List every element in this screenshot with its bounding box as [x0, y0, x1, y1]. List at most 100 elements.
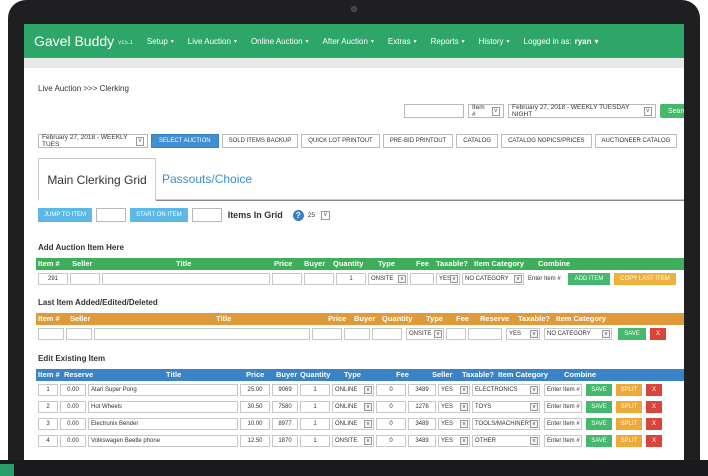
row-delete-button[interactable]: X — [646, 418, 662, 430]
nav-online-auction[interactable]: Online Auction ▾ — [251, 37, 309, 46]
nav-live-auction[interactable]: Live Auction ▾ — [188, 37, 237, 46]
row-price[interactable]: 10.00 — [240, 418, 270, 430]
row-delete-button[interactable]: X — [646, 401, 662, 413]
row-save-button[interactable]: SAVE — [586, 418, 612, 430]
row-type-select[interactable]: ONLINE v — [332, 401, 374, 413]
row-taxable-select[interactable]: YES v — [438, 418, 470, 430]
jump-item-input[interactable] — [96, 208, 127, 222]
row-quantity[interactable]: 1 — [300, 418, 330, 430]
search-button[interactable]: Search — [660, 104, 684, 118]
row-seller[interactable]: 3489 — [408, 435, 436, 447]
buyer-input[interactable] — [304, 273, 334, 285]
nav-history[interactable]: History ▾ — [479, 37, 510, 46]
row-item-number[interactable]: 1 — [38, 384, 58, 396]
row-combine-input[interactable]: Enter Item # — [544, 384, 582, 396]
row-quantity[interactable]: 1 — [300, 435, 330, 447]
tab-passouts-choice[interactable]: Passouts/Choice — [162, 158, 252, 200]
search-input[interactable] — [404, 104, 464, 118]
catalog-nopics-button[interactable]: CATALOG NOPICS/PRICES — [501, 134, 592, 148]
row-price[interactable]: 25.00 — [240, 384, 270, 396]
last-seller[interactable] — [66, 328, 92, 340]
row-title[interactable]: Volkswagen Beetle phone — [88, 435, 238, 447]
nav-setup[interactable]: Setup ▾ — [147, 37, 174, 46]
quick-lot-printout-button[interactable]: QUICK LOT PRINTOUT — [301, 134, 380, 148]
row-split-button[interactable]: SPLIT — [616, 435, 642, 447]
last-fee[interactable] — [446, 328, 466, 340]
row-seller[interactable]: 3489 — [408, 418, 436, 430]
search-date-select[interactable]: February 27, 2018 - WEEKLY TUESDAY NIGHT… — [508, 104, 656, 118]
price-input[interactable] — [272, 273, 302, 285]
help-icon[interactable]: ? — [292, 209, 304, 221]
nav-after-auction[interactable]: After Auction ▾ — [323, 37, 374, 46]
row-title[interactable]: Electrunix Bender — [88, 418, 238, 430]
nav-reports[interactable]: Reports ▾ — [431, 37, 465, 46]
brand-name[interactable]: Gavel Buddy — [34, 33, 114, 49]
row-split-button[interactable]: SPLIT — [616, 418, 642, 430]
quantity-input[interactable]: 1 — [336, 273, 366, 285]
last-save-button[interactable]: SAVE — [618, 328, 646, 340]
copy-last-item-button[interactable]: COPY LAST ITEM — [614, 273, 676, 285]
row-fee[interactable]: 0 — [376, 435, 406, 447]
last-buyer[interactable] — [344, 328, 370, 340]
item-number-input[interactable]: 291 — [38, 273, 68, 285]
start-on-item-button[interactable]: START ON ITEM — [130, 208, 188, 222]
row-save-button[interactable]: SAVE — [586, 435, 612, 447]
row-split-button[interactable]: SPLIT — [616, 384, 642, 396]
last-delete-button[interactable]: X — [650, 328, 666, 340]
nav-user-menu[interactable]: Logged in as: ryan ▾ — [524, 37, 599, 46]
combine-input[interactable]: Enter Item # — [526, 273, 566, 285]
start-item-input[interactable] — [191, 208, 222, 222]
row-fee[interactable]: 0 — [376, 401, 406, 413]
row-buyer[interactable]: 8977 — [272, 418, 298, 430]
last-reserve[interactable] — [468, 328, 502, 340]
row-combine-input[interactable]: Enter Item # — [544, 401, 582, 413]
row-fee[interactable]: 0 — [376, 384, 406, 396]
row-category-select[interactable]: ELECTRONICS v — [472, 384, 540, 396]
auctioneer-catalog-button[interactable]: AUCTIONEER CATALOG — [594, 134, 678, 148]
row-item-number[interactable]: 3 — [38, 418, 58, 430]
row-save-button[interactable]: SAVE — [586, 384, 612, 396]
row-buyer[interactable]: 9069 — [272, 384, 298, 396]
row-buyer[interactable]: 7580 — [272, 401, 298, 413]
row-reserve[interactable]: 0.00 — [60, 401, 86, 413]
row-seller[interactable]: 3489 — [408, 384, 436, 396]
row-type-select[interactable]: ONSITE v — [332, 435, 374, 447]
taxable-select[interactable]: YES v — [436, 273, 460, 285]
jump-to-item-button[interactable]: JUMP TO ITEM — [38, 208, 93, 222]
last-taxable-select[interactable]: YES v — [506, 328, 540, 340]
row-category-select[interactable]: TOOLS/MACHINERY v — [472, 418, 540, 430]
last-quantity[interactable] — [372, 328, 402, 340]
add-item-button[interactable]: ADD ITEM — [568, 273, 610, 285]
row-taxable-select[interactable]: YES v — [438, 435, 470, 447]
last-type-select[interactable]: ONSITE v — [406, 328, 444, 340]
row-buyer[interactable]: 1870 — [272, 435, 298, 447]
fee-input[interactable] — [410, 273, 434, 285]
row-save-button[interactable]: SAVE — [586, 401, 612, 413]
row-category-select[interactable]: TOYS v — [472, 401, 540, 413]
tab-main-clerking-grid[interactable]: Main Clerking Grid — [38, 158, 156, 201]
row-title[interactable]: Atari Super Pong — [88, 384, 238, 396]
row-fee[interactable]: 0 — [376, 418, 406, 430]
row-item-number[interactable]: 2 — [38, 401, 58, 413]
pre-bid-printout-button[interactable]: PRE-BID PRINTOUT — [382, 134, 454, 148]
row-taxable-select[interactable]: YES v — [438, 401, 470, 413]
row-quantity[interactable]: 1 — [300, 384, 330, 396]
row-price[interactable]: 12.50 — [240, 435, 270, 447]
auction-select[interactable]: February 27, 2018 - WEEKLY TUES v — [38, 134, 148, 148]
seller-input[interactable] — [70, 273, 100, 285]
row-reserve[interactable]: 0.00 — [60, 384, 86, 396]
catalog-button[interactable]: CATALOG — [456, 134, 499, 148]
row-quantity[interactable]: 1 — [300, 401, 330, 413]
search-type-select[interactable]: Item # v — [468, 104, 504, 118]
type-select[interactable]: ONSITE v — [368, 273, 408, 285]
title-input[interactable] — [102, 273, 270, 285]
category-select[interactable]: NO CATEGORY v — [462, 273, 524, 285]
sold-items-backup-button[interactable]: SOLD ITEMS BACKUP — [221, 134, 299, 148]
row-seller[interactable]: 1276 — [408, 401, 436, 413]
row-combine-input[interactable]: Enter Item # — [544, 435, 582, 447]
row-reserve[interactable]: 0.00 — [60, 435, 86, 447]
select-auction-button[interactable]: SELECT AUCTION — [151, 134, 219, 148]
row-reserve[interactable]: 0.00 — [60, 418, 86, 430]
row-title[interactable]: Hot Wheels — [88, 401, 238, 413]
last-title[interactable] — [94, 328, 310, 340]
